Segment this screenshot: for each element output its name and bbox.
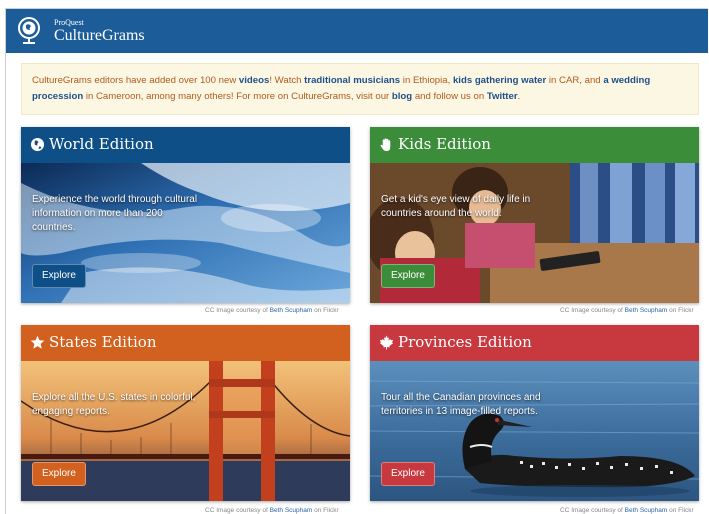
- credit-author-link[interactable]: Beth Scupham: [270, 507, 313, 514]
- card-description: Explore all the U.S. states in colorful,…: [32, 392, 196, 417]
- credit-prefix: CC Image courtesy of: [560, 307, 625, 314]
- world-edition-card[interactable]: World Edition Experience the world throu…: [21, 127, 350, 303]
- musicians-link[interactable]: traditional musicians: [304, 75, 400, 86]
- explore-button[interactable]: Explore: [32, 462, 86, 486]
- globe-icon: [18, 17, 40, 44]
- states-edition-card[interactable]: States Edition Explore all the U.S. stat…: [21, 325, 350, 501]
- image-credit: CC Image courtesy of Beth Scupham on Fli…: [205, 307, 339, 314]
- credit-suffix: on Flickr: [312, 507, 339, 514]
- credit-prefix: CC Image courtesy of: [560, 507, 625, 514]
- card-title[interactable]: Kids Edition: [398, 135, 491, 153]
- explore-button[interactable]: Explore: [381, 264, 435, 288]
- announce-text: ! Watch: [269, 75, 305, 86]
- card-title[interactable]: World Edition: [49, 135, 154, 153]
- site-header: ProQuest CultureGrams: [6, 9, 708, 53]
- card-description: Tour all the Canadian provinces and terr…: [381, 392, 541, 417]
- twitter-link[interactable]: Twitter: [487, 91, 518, 102]
- announce-text: .: [517, 91, 521, 102]
- card-description: Experience the world through cultural in…: [32, 194, 198, 233]
- announce-text: in Ethiopia,: [400, 75, 453, 86]
- credit-author-link[interactable]: Beth Scupham: [625, 507, 668, 514]
- blog-link[interactable]: blog: [392, 91, 412, 102]
- image-credit: CC Image courtesy of Beth Scupham on Fli…: [560, 307, 694, 314]
- card-description: Get a kid's eye view of daily life in co…: [381, 194, 531, 219]
- brand-small-text: ProQuest: [54, 18, 84, 27]
- culturegrams-page: ProQuest CultureGrams CultureGrams edito…: [5, 8, 708, 514]
- kids-water-link[interactable]: kids gathering water: [453, 75, 546, 86]
- card-header: States Edition: [21, 325, 350, 361]
- card-title[interactable]: States Edition: [49, 333, 156, 351]
- credit-author-link[interactable]: Beth Scupham: [270, 307, 313, 314]
- card-title[interactable]: Provinces Edition: [398, 333, 532, 351]
- announce-text: in CAR, and: [546, 75, 604, 86]
- explore-button[interactable]: Explore: [381, 462, 435, 486]
- kids-edition-card[interactable]: Kids Edition Get a kid's eye view of dai…: [370, 127, 699, 303]
- provinces-edition-card[interactable]: Provinces Edition Tour all the Canadian …: [370, 325, 699, 501]
- credit-prefix: CC Image courtesy of: [205, 507, 270, 514]
- credit-prefix: CC Image courtesy of: [205, 307, 270, 314]
- card-header: World Edition: [21, 127, 350, 163]
- credit-suffix: on Flickr: [667, 507, 694, 514]
- brand-name[interactable]: CultureGrams: [54, 27, 145, 45]
- star-icon: [30, 335, 45, 349]
- announce-text: in Cameroon, among many others! For more…: [83, 91, 392, 102]
- card-header: Provinces Edition: [370, 325, 699, 361]
- hand-icon: [380, 138, 391, 152]
- credit-suffix: on Flickr: [312, 307, 339, 314]
- announce-text: and follow us on: [412, 91, 487, 102]
- image-credit: CC Image courtesy of Beth Scupham on Fli…: [205, 507, 339, 514]
- credit-suffix: on Flickr: [667, 307, 694, 314]
- credit-author-link[interactable]: Beth Scupham: [625, 307, 668, 314]
- image-credit: CC Image courtesy of Beth Scupham on Fli…: [560, 507, 694, 514]
- announce-text: CultureGrams editors have added over 100…: [32, 75, 239, 86]
- globe-icon: [30, 137, 45, 152]
- videos-link[interactable]: videos: [239, 75, 269, 86]
- maple-leaf-icon: [379, 335, 394, 350]
- explore-button[interactable]: Explore: [32, 264, 86, 288]
- announcement-box: CultureGrams editors have added over 100…: [21, 63, 699, 115]
- card-header: Kids Edition: [370, 127, 699, 163]
